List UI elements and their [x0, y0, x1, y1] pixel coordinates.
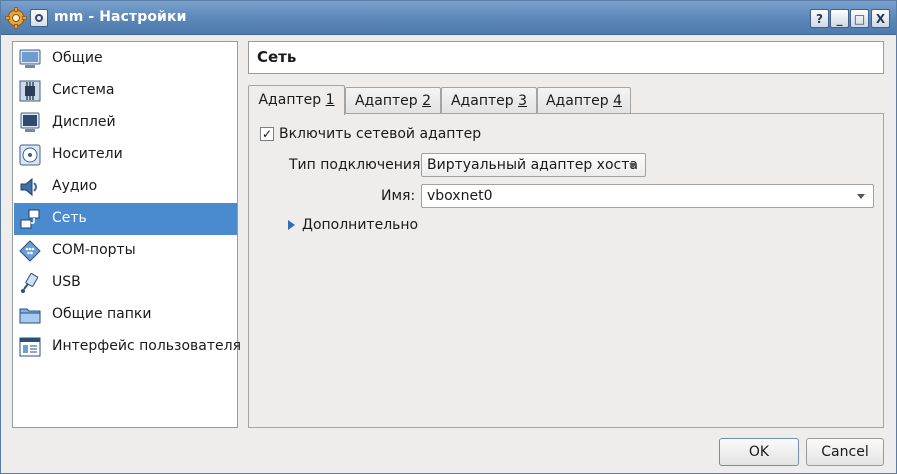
name-label: Имя:: [381, 188, 416, 204]
tab-shortcut: 3: [518, 93, 528, 109]
advanced-expander[interactable]: Дополнительно: [302, 217, 418, 233]
adapter-name-select[interactable]: vboxnet0: [421, 184, 874, 208]
page-header: Сеть: [248, 41, 884, 74]
sidebar-item-label: Интерфейс пользователя: [52, 338, 242, 354]
system-chip-icon: [19, 80, 41, 102]
sidebar-item-label: Дисплей: [52, 114, 116, 130]
audio-speaker-icon: [20, 177, 37, 197]
sidebar-item-storage[interactable]: Носители: [14, 139, 237, 171]
settings-sidebar: Общие Система Дисплей Носители Аудио Сет…: [12, 41, 241, 428]
expand-arrow-icon[interactable]: [288, 220, 295, 230]
sidebar-item-label: Система: [52, 82, 115, 98]
tab-label: Адаптер: [545, 93, 614, 109]
tab-adapter-3[interactable]: Адаптер 3: [441, 87, 537, 114]
cancel-button[interactable]: Cancel: [806, 438, 884, 466]
sidebar-item-network[interactable]: Сеть: [14, 203, 237, 235]
network-icon: [20, 209, 40, 229]
minimize-button[interactable]: _: [830, 9, 849, 28]
gear-icon[interactable]: [5, 7, 27, 29]
sidebar-item-label: Аудио: [52, 178, 98, 194]
tab-shortcut: 4: [613, 93, 623, 109]
enable-adapter-label[interactable]: Включить сетевой адаптер: [279, 126, 481, 142]
sidebar-item-audio[interactable]: Аудио: [14, 171, 237, 203]
settings-window: mm - Настройки ? _ □ X Общие Система Дис…: [0, 0, 897, 474]
tab-adapter-2[interactable]: Адаптер 2: [345, 87, 441, 114]
sidebar-item-serial-ports[interactable]: COM-порты: [14, 235, 237, 267]
serial-port-icon: [19, 240, 41, 262]
window-title: mm - Настройки: [54, 9, 187, 25]
sidebar-item-display[interactable]: Дисплей: [14, 107, 237, 139]
adapter-name-value: vboxnet0: [427, 188, 493, 204]
tab-label: Адаптер: [354, 93, 423, 109]
storage-disc-icon: [19, 144, 41, 166]
close-button[interactable]: X: [871, 9, 890, 28]
tab-shortcut: 1: [325, 92, 335, 108]
chevron-down-icon: [857, 194, 865, 199]
pin-icon: [35, 14, 43, 22]
page-title: Сеть: [257, 48, 297, 66]
sidebar-item-label: USB: [52, 274, 81, 290]
attached-to-label: Тип подключения:: [289, 157, 426, 173]
adapter-panel: ✓ Включить сетевой адаптер Тип подключен…: [248, 113, 884, 428]
tab-label: Адаптер: [450, 93, 519, 109]
help-button[interactable]: ?: [810, 9, 829, 28]
display-monitor-icon: [20, 112, 40, 132]
tab-adapter-1[interactable]: Адаптер 1: [248, 85, 345, 115]
title-bar[interactable]: mm - Настройки ? _ □ X: [1, 1, 896, 35]
attached-to-value: Виртуальный адаптер хоста: [427, 157, 638, 173]
pin-button[interactable]: [30, 9, 48, 27]
sidebar-item-shared-folders[interactable]: Общие папки: [14, 299, 237, 331]
general-monitor-icon: [19, 49, 41, 68]
maximize-button[interactable]: □: [850, 9, 869, 28]
sidebar-item-system[interactable]: Система: [14, 75, 237, 107]
chevron-down-icon: [629, 163, 637, 168]
usb-icon: [21, 273, 39, 293]
enable-adapter-checkbox[interactable]: ✓: [260, 127, 274, 141]
ok-button[interactable]: OK: [719, 438, 799, 466]
tab-label: Адаптер: [258, 92, 326, 108]
tab-adapter-4[interactable]: Адаптер 4: [537, 87, 631, 114]
sidebar-item-user-interface[interactable]: Интерфейс пользователя: [14, 331, 241, 363]
sidebar-item-usb[interactable]: USB: [14, 267, 237, 299]
sidebar-item-general[interactable]: Общие: [14, 43, 237, 75]
sidebar-item-label: COM-порты: [52, 242, 136, 258]
sidebar-item-label: Сеть: [52, 210, 87, 226]
sidebar-item-label: Общие: [52, 50, 103, 66]
user-interface-icon: [19, 337, 41, 357]
sidebar-item-label: Носители: [52, 146, 123, 162]
shared-folder-icon: [19, 308, 41, 324]
tab-shortcut: 2: [422, 93, 432, 109]
attached-to-select[interactable]: Виртуальный адаптер хоста: [421, 153, 646, 177]
sidebar-item-label: Общие папки: [52, 306, 152, 322]
